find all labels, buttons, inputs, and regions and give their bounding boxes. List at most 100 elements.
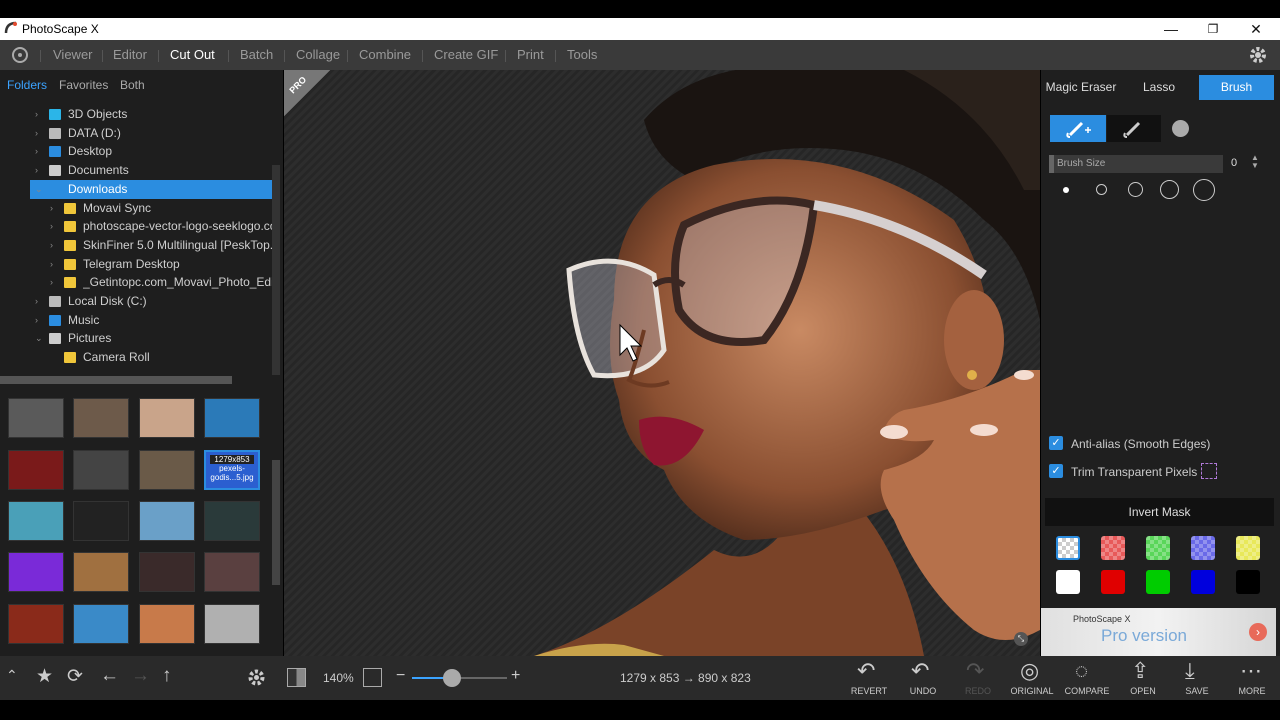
redo-button-label[interactable]: REDO	[950, 686, 1006, 696]
swatch-top-3[interactable]	[1191, 536, 1215, 560]
tab-both[interactable]: Both	[120, 78, 145, 92]
expand-arrow-icon[interactable]: ›	[35, 292, 38, 311]
brush-preset-xs[interactable]	[1063, 187, 1069, 193]
minimize-button[interactable]: —	[1156, 19, 1186, 39]
swatch-top-0[interactable]	[1056, 536, 1080, 560]
brush-size-slider[interactable]: Brush Size	[1049, 155, 1223, 173]
thumbnail[interactable]	[8, 501, 64, 541]
ad-next-icon[interactable]: ›	[1249, 623, 1267, 641]
brush-preset-xl[interactable]	[1193, 179, 1215, 201]
thumbnail[interactable]	[73, 604, 129, 644]
brush-color-circle-icon[interactable]	[1172, 120, 1189, 137]
original-button-label[interactable]: ORIGINAL	[1004, 686, 1060, 696]
thumbnail[interactable]	[8, 398, 64, 438]
revert-button-label[interactable]: REVERT	[841, 686, 897, 696]
menu-editor[interactable]: Editor	[113, 47, 147, 62]
close-button[interactable]: ✕	[1241, 19, 1271, 39]
menu-viewer[interactable]: Viewer	[53, 47, 93, 62]
tree-item[interactable]: › Telegram Desktop	[30, 255, 272, 274]
thumbnail[interactable]	[73, 552, 129, 592]
thumbnail[interactable]	[204, 604, 260, 644]
menu-tools[interactable]: Tools	[567, 47, 597, 62]
tree-item[interactable]: › Music	[30, 311, 272, 330]
home-icon[interactable]	[10, 46, 30, 64]
menu-batch[interactable]: Batch	[240, 47, 273, 62]
settings-gear-icon[interactable]	[1247, 44, 1269, 66]
compare-icon[interactable]: ◌	[1075, 658, 1088, 684]
back-arrow-icon[interactable]: ←	[100, 665, 119, 687]
zoom-slider-thumb[interactable]	[443, 669, 461, 687]
tree-item[interactable]: › Movavi Sync	[30, 199, 272, 218]
undo-icon[interactable]: ↶	[911, 658, 929, 684]
swatch-bottom-4[interactable]	[1236, 570, 1260, 594]
expand-arrow-icon[interactable]: ⌄	[35, 180, 43, 199]
brush-add-button[interactable]	[1050, 115, 1106, 142]
menu-combine[interactable]: Combine	[359, 47, 411, 62]
thumbnail[interactable]	[139, 501, 195, 541]
tab-folders[interactable]: Folders	[7, 78, 47, 92]
fit-to-screen-icon[interactable]	[363, 668, 382, 687]
swatch-top-1[interactable]	[1101, 536, 1125, 560]
expand-arrow-icon[interactable]: ›	[50, 273, 53, 292]
thumbnail[interactable]	[204, 398, 260, 438]
undo-button-label[interactable]: UNDO	[895, 686, 951, 696]
swatch-top-2[interactable]	[1146, 536, 1170, 560]
pro-version-ad[interactable]: PhotoScape X Pro version ›	[1041, 608, 1276, 656]
thumbnail[interactable]	[204, 501, 260, 541]
image-canvas[interactable]: PRO ⤡	[284, 70, 1040, 656]
refresh-icon[interactable]: ⟳	[67, 665, 83, 688]
save-button-label[interactable]: SAVE	[1169, 686, 1225, 696]
favorite-star-icon[interactable]: ★	[36, 665, 53, 688]
tab-favorites[interactable]: Favorites	[59, 78, 108, 92]
tab-lasso[interactable]: Lasso	[1121, 75, 1197, 100]
thumbnail[interactable]	[139, 450, 195, 490]
tree-item[interactable]: ⌄ Downloads	[30, 179, 272, 199]
more-button-label[interactable]: MORE	[1224, 686, 1280, 696]
swatch-bottom-1[interactable]	[1101, 570, 1125, 594]
expand-arrow-icon[interactable]: ›	[50, 199, 53, 218]
expand-arrow-icon[interactable]: ›	[35, 142, 38, 161]
expand-arrow-icon[interactable]: ›	[50, 217, 53, 236]
tree-vertical-scrollbar[interactable]	[272, 165, 280, 375]
tree-horizontal-scrollbar[interactable]	[0, 376, 232, 384]
expand-arrow-icon[interactable]: ›	[35, 161, 38, 180]
open-icon[interactable]: ⇪	[1131, 658, 1149, 684]
menu-collage[interactable]: Collage	[296, 47, 340, 62]
compare-button-label[interactable]: COMPARE	[1059, 686, 1115, 696]
fit-corner-icon[interactable]: ⤡	[1014, 632, 1028, 646]
expand-arrow-icon[interactable]: ›	[35, 105, 38, 124]
thumbnail[interactable]	[8, 552, 64, 592]
swatch-bottom-3[interactable]	[1191, 570, 1215, 594]
open-button-label[interactable]: OPEN	[1115, 686, 1171, 696]
thumbnail[interactable]	[73, 450, 129, 490]
thumbnail[interactable]	[204, 552, 260, 592]
anti-alias-checkbox[interactable]: ✓	[1049, 436, 1063, 450]
thumbnail[interactable]	[139, 398, 195, 438]
redo-icon[interactable]: ↷	[966, 658, 984, 684]
expand-arrow-icon[interactable]: ›	[50, 236, 53, 255]
forward-arrow-icon[interactable]: →	[131, 665, 150, 687]
swatch-top-4[interactable]	[1236, 536, 1260, 560]
zoom-out-icon[interactable]: −	[396, 667, 405, 685]
tree-item[interactable]: › Documents	[30, 161, 272, 180]
brush-size-stepper[interactable]: ▲ ▼	[1251, 154, 1259, 170]
up-arrow-icon[interactable]: ↑	[162, 665, 172, 687]
tab-magic-eraser[interactable]: Magic Eraser	[1043, 75, 1119, 100]
thumbnail[interactable]	[139, 552, 195, 592]
menu-print[interactable]: Print	[517, 47, 544, 62]
tree-item[interactable]: › DATA (D:)	[30, 124, 272, 143]
thumbnail[interactable]	[8, 450, 64, 490]
maximize-button[interactable]: ❐	[1198, 19, 1228, 39]
swatch-bottom-0[interactable]	[1056, 570, 1080, 594]
tree-item[interactable]: › 3D Objects	[30, 105, 272, 124]
browser-settings-gear-icon[interactable]	[246, 667, 267, 688]
brush-preset-l[interactable]	[1160, 180, 1179, 199]
tree-item[interactable]: › Local Disk (C:)	[30, 292, 272, 311]
menu-create-gif[interactable]: Create GIF	[434, 47, 498, 62]
save-icon[interactable]: ⤓	[1185, 658, 1195, 684]
tab-brush[interactable]: Brush	[1199, 75, 1274, 100]
brush-remove-button[interactable]	[1107, 115, 1161, 142]
swatch-bottom-2[interactable]	[1146, 570, 1170, 594]
tree-item[interactable]: ⌄ Pictures	[30, 329, 272, 348]
brush-preset-m[interactable]	[1128, 182, 1143, 197]
